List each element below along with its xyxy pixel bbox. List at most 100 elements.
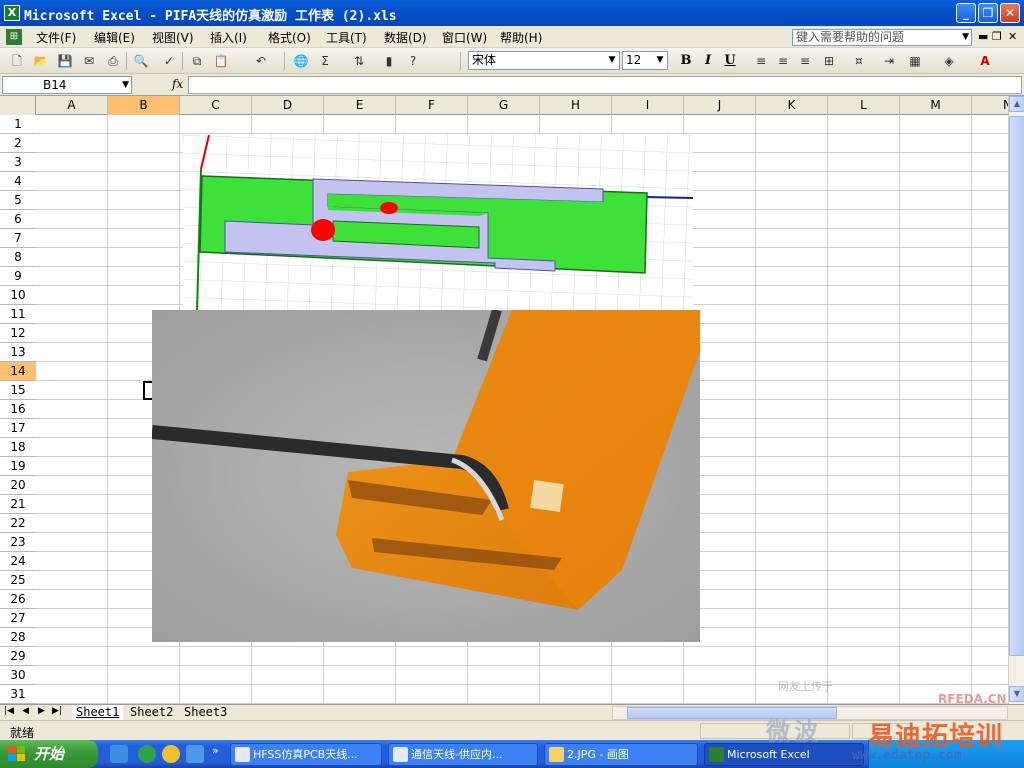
menu-format[interactable]: 格式(O) bbox=[268, 29, 311, 46]
row-header-10[interactable]: 10 bbox=[0, 286, 36, 305]
task-paint[interactable]: 2.JPG - 画图 bbox=[544, 743, 698, 766]
save-icon[interactable]: 💾 bbox=[56, 52, 74, 70]
doc-close-icon[interactable]: ✕ bbox=[1008, 30, 1017, 43]
row-header-24[interactable]: 24 bbox=[0, 552, 36, 571]
row-header-21[interactable]: 21 bbox=[0, 495, 36, 514]
workbook-icon[interactable]: ⊞ bbox=[6, 29, 22, 45]
column-header-b[interactable]: B bbox=[108, 96, 180, 115]
quicklaunch-add-icon[interactable] bbox=[162, 745, 180, 763]
font-name-select[interactable]: 宋体 ▼ bbox=[468, 51, 620, 70]
column-header-d[interactable]: D bbox=[252, 96, 324, 115]
merge-center-icon[interactable]: ⊞ bbox=[820, 52, 838, 70]
fill-color-icon[interactable]: ◈ bbox=[940, 52, 958, 70]
chevron-down-icon[interactable]: ▼ bbox=[962, 30, 969, 45]
row-header-4[interactable]: 4 bbox=[0, 172, 36, 191]
quicklaunch-more-icon[interactable]: » bbox=[212, 744, 219, 757]
align-center-icon[interactable]: ≡ bbox=[774, 52, 792, 70]
task-excel[interactable]: Microsoft Excel bbox=[704, 743, 864, 766]
undo-icon[interactable]: ↶ bbox=[252, 52, 270, 70]
autosum-icon[interactable]: Σ bbox=[316, 52, 334, 70]
print-preview-icon[interactable]: 🔍 bbox=[132, 52, 150, 70]
antenna-simulation-picture[interactable] bbox=[183, 135, 693, 311]
column-header-j[interactable]: J bbox=[684, 96, 756, 115]
column-header-f[interactable]: F bbox=[396, 96, 468, 115]
row-header-15[interactable]: 15 bbox=[0, 381, 36, 400]
select-all-button[interactable] bbox=[0, 96, 36, 115]
name-box[interactable]: B14 ▼ bbox=[2, 76, 132, 94]
help-icon[interactable]: ? bbox=[404, 52, 422, 70]
bold-button[interactable]: B bbox=[676, 52, 696, 70]
chart-wizard-icon[interactable]: ▮ bbox=[380, 52, 398, 70]
column-header-m[interactable]: M bbox=[900, 96, 972, 115]
function-icon[interactable]: fx bbox=[172, 77, 183, 91]
doc-minimize-icon[interactable]: ▬ bbox=[978, 30, 988, 43]
vertical-scrollbar[interactable]: ▲ ▼ bbox=[1008, 96, 1024, 704]
last-sheet-icon[interactable]: ▶| bbox=[52, 706, 62, 716]
cell-area[interactable] bbox=[36, 115, 1008, 704]
menu-edit[interactable]: 编辑(E) bbox=[94, 29, 135, 46]
first-sheet-icon[interactable]: |◀ bbox=[4, 706, 14, 716]
quicklaunch-browser-icon[interactable] bbox=[138, 745, 156, 763]
minimize-button[interactable]: _ bbox=[956, 3, 976, 23]
row-header-26[interactable]: 26 bbox=[0, 590, 36, 609]
permission-icon[interactable]: ✉ bbox=[80, 52, 98, 70]
row-header-11[interactable]: 11 bbox=[0, 305, 36, 324]
start-button[interactable]: 开始 bbox=[0, 740, 98, 768]
row-header-18[interactable]: 18 bbox=[0, 438, 36, 457]
column-header-l[interactable]: L bbox=[828, 96, 900, 115]
open-icon[interactable]: 📂 bbox=[32, 52, 50, 70]
row-header-13[interactable]: 13 bbox=[0, 343, 36, 362]
column-header-h[interactable]: H bbox=[540, 96, 612, 115]
spelling-icon[interactable]: ✓ bbox=[160, 52, 178, 70]
row-header-12[interactable]: 12 bbox=[0, 324, 36, 343]
prev-sheet-icon[interactable]: ◀ bbox=[22, 706, 29, 716]
doc-restore-icon[interactable]: ❐ bbox=[992, 30, 1002, 43]
sheet-tab-2[interactable]: Sheet2 bbox=[126, 705, 177, 720]
task-antenna[interactable]: 通信天线-供应内... bbox=[388, 743, 538, 766]
sort-ascending-icon[interactable]: ⇅ bbox=[350, 52, 368, 70]
borders-icon[interactable]: ▦ bbox=[906, 52, 924, 70]
vertical-scroll-thumb[interactable] bbox=[1009, 116, 1024, 656]
scroll-up-icon[interactable]: ▲ bbox=[1009, 96, 1024, 112]
formula-input[interactable] bbox=[188, 76, 1022, 94]
row-header-8[interactable]: 8 bbox=[0, 248, 36, 267]
row-header-17[interactable]: 17 bbox=[0, 419, 36, 438]
row-header-29[interactable]: 29 bbox=[0, 647, 36, 666]
quicklaunch-media-icon[interactable] bbox=[186, 745, 204, 763]
row-header-25[interactable]: 25 bbox=[0, 571, 36, 590]
column-header-c[interactable]: C bbox=[180, 96, 252, 115]
print-icon[interactable]: ⎙ bbox=[104, 52, 122, 70]
quicklaunch-desktop-icon[interactable] bbox=[110, 745, 128, 763]
row-header-28[interactable]: 28 bbox=[0, 628, 36, 647]
new-icon[interactable]: 🗋 bbox=[8, 52, 26, 70]
row-header-7[interactable]: 7 bbox=[0, 229, 36, 248]
menu-file[interactable]: 文件(F) bbox=[36, 29, 76, 46]
row-header-2[interactable]: 2 bbox=[0, 134, 36, 153]
italic-button[interactable]: I bbox=[698, 52, 718, 70]
horizontal-scroll-thumb[interactable] bbox=[627, 707, 837, 719]
menu-data[interactable]: 数据(D) bbox=[384, 29, 427, 46]
row-header-14[interactable]: 14 bbox=[0, 362, 36, 381]
row-header-16[interactable]: 16 bbox=[0, 400, 36, 419]
row-header-22[interactable]: 22 bbox=[0, 514, 36, 533]
antenna-photo-picture[interactable] bbox=[152, 310, 700, 642]
scroll-down-icon[interactable]: ▼ bbox=[1009, 686, 1024, 702]
row-header-9[interactable]: 9 bbox=[0, 267, 36, 286]
sheet-tab-1[interactable]: Sheet1 bbox=[72, 705, 124, 720]
column-header-e[interactable]: E bbox=[324, 96, 396, 115]
next-sheet-icon[interactable]: ▶ bbox=[38, 706, 45, 716]
align-left-icon[interactable]: ≡ bbox=[752, 52, 770, 70]
copy-icon[interactable]: ⧉ bbox=[188, 52, 206, 70]
row-header-20[interactable]: 20 bbox=[0, 476, 36, 495]
row-header-19[interactable]: 19 bbox=[0, 457, 36, 476]
column-header-i[interactable]: I bbox=[612, 96, 684, 115]
restore-button[interactable]: ❐ bbox=[978, 3, 998, 23]
row-header-31[interactable]: 31 bbox=[0, 685, 36, 704]
help-search-input[interactable]: 键入需要帮助的问题 ▼ bbox=[792, 29, 972, 46]
underline-button[interactable]: U bbox=[720, 52, 740, 70]
column-header-n[interactable]: N bbox=[972, 96, 1008, 115]
indent-icon[interactable]: ⇥ bbox=[880, 52, 898, 70]
column-header-g[interactable]: G bbox=[468, 96, 540, 115]
font-color-icon[interactable]: A bbox=[976, 52, 994, 70]
row-header-30[interactable]: 30 bbox=[0, 666, 36, 685]
